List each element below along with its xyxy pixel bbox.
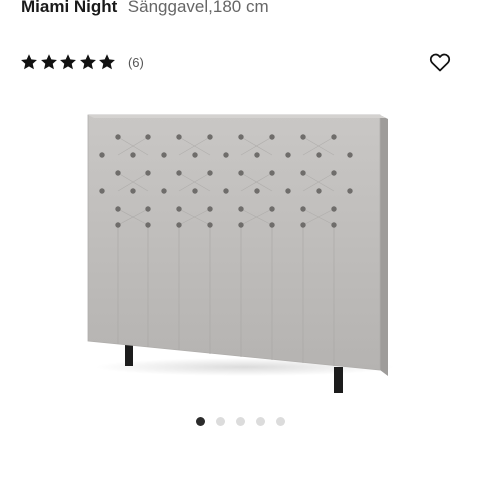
product-name: Miami Night: [21, 0, 118, 16]
rating[interactable]: (6): [20, 52, 144, 72]
carousel-dot-1[interactable]: [195, 417, 205, 426]
star-icon: [60, 54, 77, 70]
review-count[interactable]: (6): [128, 55, 144, 70]
favorite-button[interactable]: [428, 51, 452, 73]
carousel-dot-4[interactable]: [255, 417, 265, 426]
heart-outline-icon: [429, 53, 451, 72]
carousel-dot-3[interactable]: [235, 417, 245, 426]
star-icon: [79, 54, 96, 70]
carousel-dot-5[interactable]: [275, 417, 285, 426]
image-carousel-dots: [0, 417, 480, 426]
carousel-dot-2[interactable]: [215, 417, 225, 426]
star-icon: [40, 54, 57, 70]
star-icon: [21, 54, 37, 70]
product-image[interactable]: [80, 105, 400, 405]
headboard-image: [87, 114, 395, 393]
product-title: Miami Night Sänggavel,180 cm: [21, 0, 269, 20]
star-icon: [99, 54, 116, 70]
product-subtitle: Sänggavel,180 cm: [127, 0, 269, 16]
